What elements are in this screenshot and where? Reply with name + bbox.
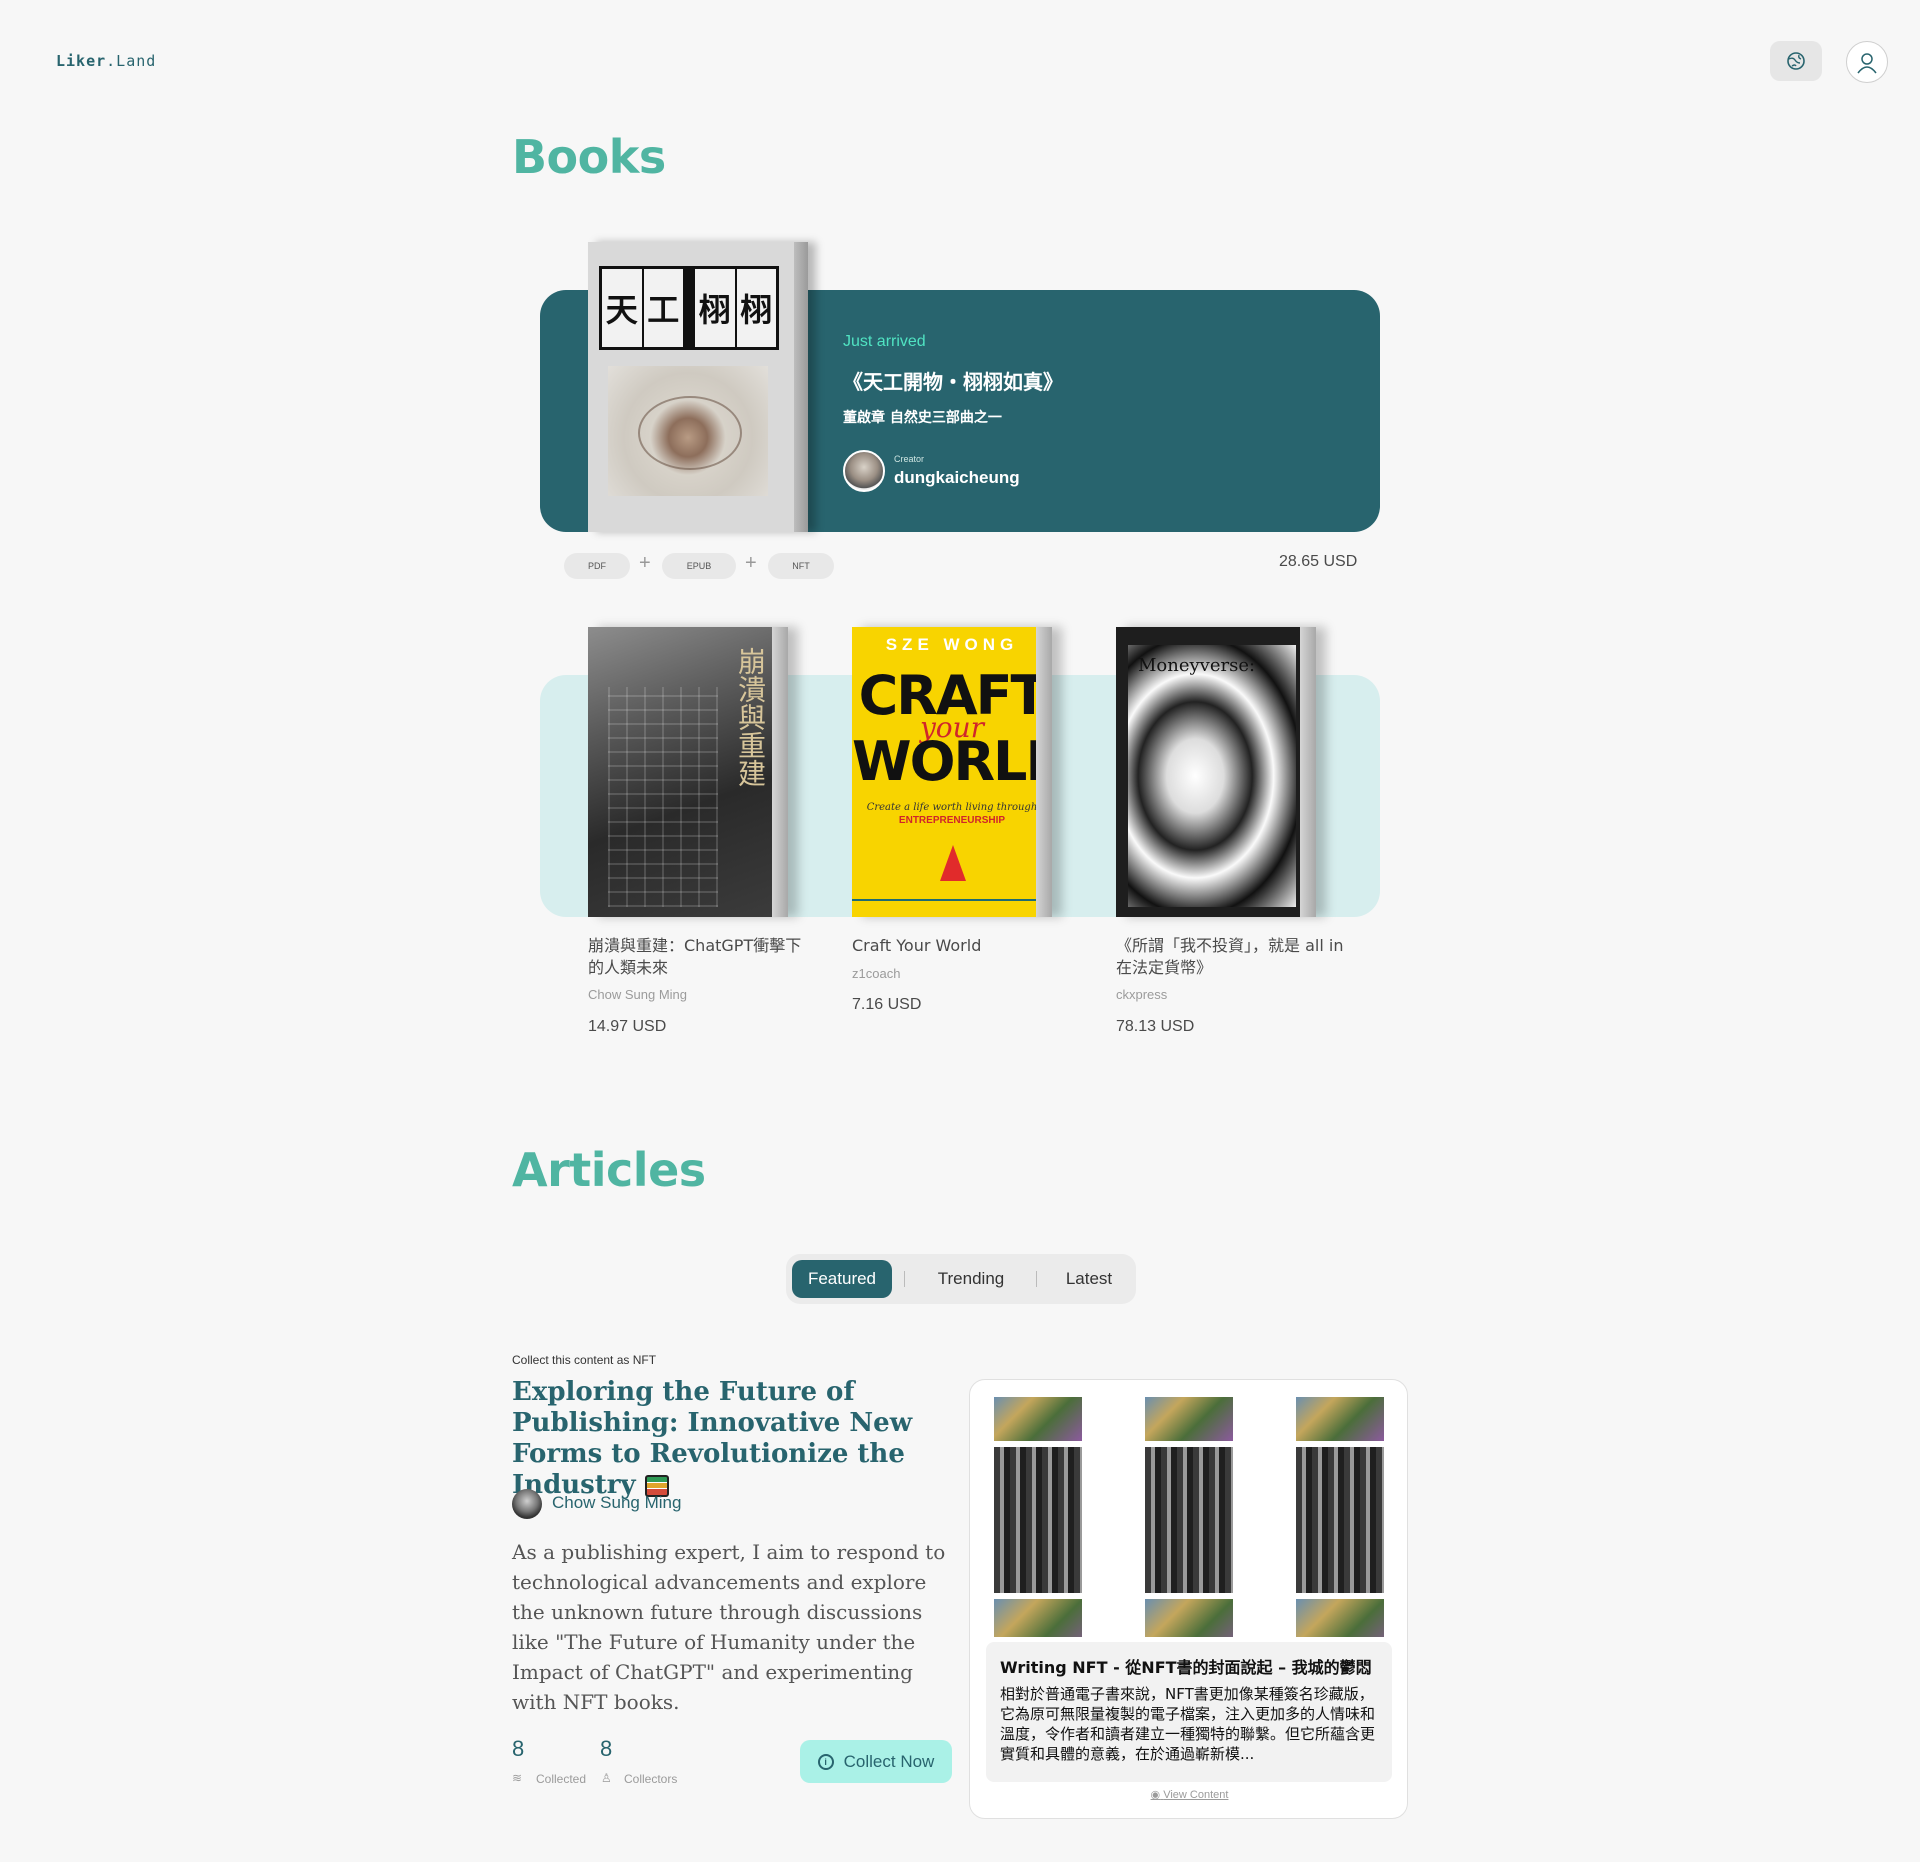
cover-title: Moneyverse: xyxy=(1138,655,1256,676)
info-icon: i xyxy=(817,1753,834,1770)
paper-plane-icon xyxy=(940,845,966,881)
creator-label: Creator xyxy=(894,454,925,464)
eye-icon: ◉ xyxy=(1150,1789,1161,1801)
cover-line xyxy=(852,899,1052,901)
tab-trending[interactable]: Trending xyxy=(916,1260,1026,1298)
book-price: 7.16 USD xyxy=(852,996,922,1013)
book-spine xyxy=(1036,627,1052,917)
collected-label: Collected xyxy=(536,1772,587,1786)
cover-title-line: WORLD xyxy=(852,730,1052,793)
book-cover[interactable]: SZE WONG CRAFT your WORLD Create a life … xyxy=(852,627,1052,917)
book-cover[interactable]: 崩潰與重建 xyxy=(588,627,788,917)
nft-thumbnail xyxy=(1296,1599,1384,1637)
cover-illustration xyxy=(608,687,718,907)
book-author[interactable]: z1coach xyxy=(852,966,900,981)
language-button[interactable] xyxy=(1770,41,1822,81)
just-arrived-label: Just arrived xyxy=(843,333,926,350)
tab-divider xyxy=(904,1271,905,1287)
cover-char: 栩 xyxy=(695,269,735,347)
nft-thumbnail xyxy=(994,1447,1082,1593)
featured-book-cover[interactable]: 天 工 栩 栩 xyxy=(588,242,808,532)
book-price: 78.13 USD xyxy=(1116,1018,1195,1035)
articles-heading: Articles xyxy=(512,1143,706,1197)
cover-illustration xyxy=(1128,645,1296,907)
globe-icon xyxy=(1787,52,1805,70)
collect-now-label: Collect Now xyxy=(843,1751,935,1771)
tab-divider xyxy=(1036,1271,1037,1287)
book-author[interactable]: ckxpress xyxy=(1116,987,1167,1002)
nft-thumbnail xyxy=(1296,1447,1384,1593)
nft-card-title: Writing NFT - 從NFT書的封面說起 – 我城的鬱悶 xyxy=(1000,1658,1372,1677)
cover-title-block: 天 工 栩 栩 xyxy=(599,266,779,350)
person-icon: ♙ xyxy=(601,1771,612,1785)
book-price: 14.97 USD xyxy=(588,1018,667,1035)
book-spine xyxy=(794,242,808,532)
article-title[interactable]: Exploring the Future of Publishing: Inno… xyxy=(512,1377,962,1501)
cover-title: 崩潰與重建 xyxy=(734,647,767,787)
nft-thumbnail xyxy=(1145,1447,1233,1593)
view-content-link[interactable]: ◉ View Content xyxy=(970,1788,1407,1801)
nft-thumbnail xyxy=(994,1397,1082,1441)
featured-book-title[interactable]: 《天工開物・栩栩如真》 xyxy=(843,366,1063,395)
nft-thumbnail-grid xyxy=(994,1397,1384,1637)
collected-count: 8 xyxy=(512,1736,525,1761)
tab-latest[interactable]: Latest xyxy=(1048,1260,1130,1298)
plus-icon: + xyxy=(745,552,757,574)
article-author[interactable]: Chow Sung Ming xyxy=(552,1493,681,1513)
cover-char: 天 xyxy=(602,269,642,347)
user-avatar-button[interactable] xyxy=(1846,41,1888,83)
tab-featured[interactable]: Featured xyxy=(792,1260,892,1298)
featured-book-subtitle: 董啟章 自然史三部曲之一 xyxy=(843,410,1002,426)
book-author[interactable]: Chow Sung Ming xyxy=(588,987,687,1002)
format-pill-epub: EPUB xyxy=(662,553,736,579)
book-title[interactable]: 《所謂「我不投資」，就是 all in 在法定貨幣》 xyxy=(1116,935,1346,979)
nft-card-text: Writing NFT - 從NFT書的封面說起 – 我城的鬱悶 相對於普通電子… xyxy=(986,1642,1392,1782)
cover-char: 工 xyxy=(643,269,683,347)
nft-thumbnail xyxy=(1296,1397,1384,1441)
cover-char: 栩 xyxy=(736,269,776,347)
nft-card-excerpt: 相對於普通電子書來說，NFT書更加像某種簽名珍藏版，它為原可無限量複製的電子檔案… xyxy=(1000,1685,1376,1763)
books-heading: Books xyxy=(512,130,666,184)
cover-illustration xyxy=(608,366,768,496)
book-spine xyxy=(1300,627,1316,917)
nft-thumbnail xyxy=(994,1599,1082,1637)
collect-now-button[interactable]: i Collect Now xyxy=(800,1740,952,1783)
format-pill-pdf: PDF xyxy=(564,553,630,579)
nft-thumbnail xyxy=(1145,1599,1233,1637)
creator-name[interactable]: dungkaicheung xyxy=(894,468,1020,488)
cover-author: SZE WONG xyxy=(885,635,1019,654)
plus-icon: + xyxy=(639,552,651,574)
book-cover[interactable]: Moneyverse: xyxy=(1116,627,1316,917)
cover-tagline: Create a life worth living through ENTRE… xyxy=(866,802,1038,826)
author-avatar[interactable] xyxy=(512,1489,542,1519)
layers-icon: ≋ xyxy=(512,1771,523,1785)
book-title[interactable]: Craft Your World xyxy=(852,935,1067,957)
format-pill-nft: NFT xyxy=(768,553,834,579)
nft-preview-card[interactable]: Writing NFT - 從NFT書的封面說起 – 我城的鬱悶 相對於普通電子… xyxy=(969,1379,1408,1819)
logo[interactable]: Liker.Land xyxy=(56,52,156,70)
book-title[interactable]: 崩潰與重建：ChatGPT衝擊下的人類未來 xyxy=(588,935,803,979)
book-spine xyxy=(772,627,788,917)
user-icon xyxy=(1857,53,1877,74)
collectors-label: Collectors xyxy=(624,1772,678,1786)
article-description: As a publishing expert, I aim to respond… xyxy=(512,1540,946,1714)
collect-nft-label: Collect this content as NFT xyxy=(512,1353,657,1367)
nft-thumbnail xyxy=(1145,1397,1233,1441)
collectors-count: 8 xyxy=(600,1736,613,1761)
featured-book-price: 28.65 USD xyxy=(1279,553,1358,570)
cover-separator xyxy=(685,269,693,347)
view-content-label: View Content xyxy=(1163,1789,1229,1801)
creator-avatar[interactable] xyxy=(843,450,885,492)
article-tabs: Featured Trending Latest xyxy=(786,1254,1136,1304)
